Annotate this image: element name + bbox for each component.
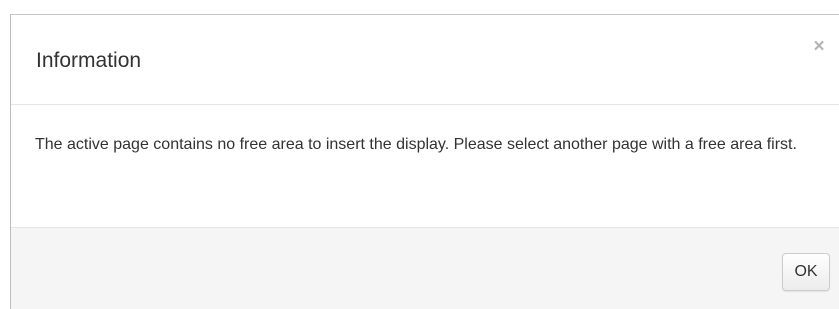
dialog-header: Information × — [11, 15, 839, 105]
page: Information × The active page contains n… — [0, 0, 839, 309]
close-icon: × — [813, 36, 825, 57]
dialog-message: The active page contains no free area to… — [35, 136, 797, 153]
dialog-title: Information — [36, 49, 142, 72]
dialog-body: The active page contains no free area to… — [11, 105, 839, 227]
ok-button[interactable]: OK — [782, 253, 830, 291]
information-dialog: Information × The active page contains n… — [10, 14, 839, 309]
dialog-footer: OK — [11, 227, 839, 309]
close-button[interactable]: × — [809, 37, 829, 57]
